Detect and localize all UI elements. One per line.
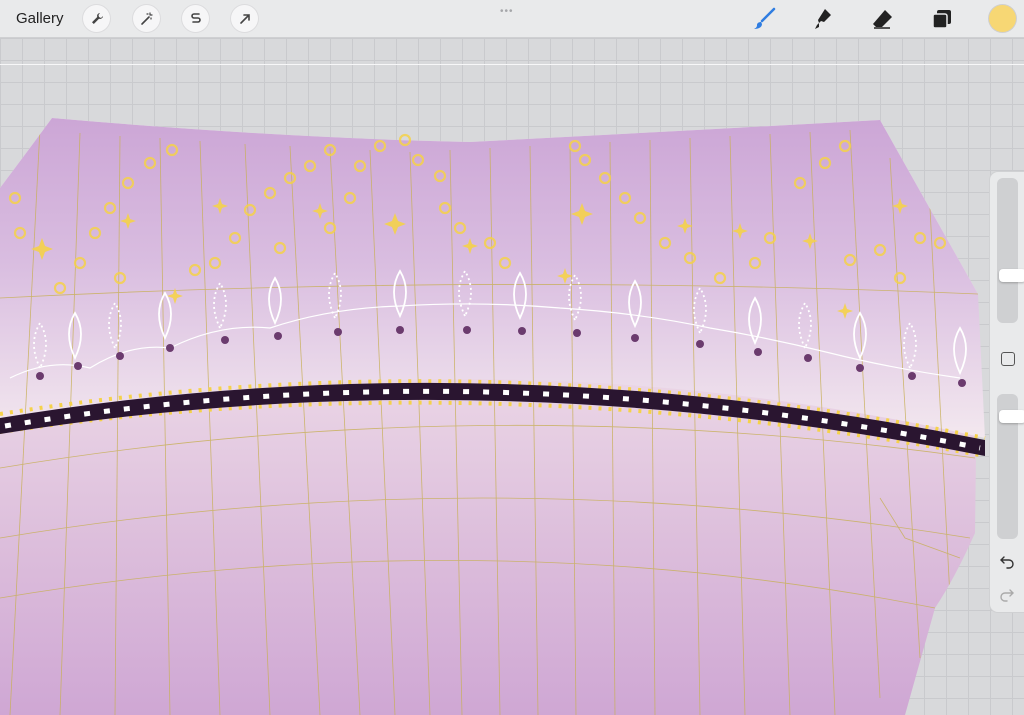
- redo-button[interactable]: [999, 586, 1015, 602]
- color-picker-button[interactable]: [989, 5, 1016, 32]
- smudge-icon: [815, 9, 831, 29]
- top-toolbar: Gallery •••: [0, 0, 1024, 38]
- selection-button[interactable]: [182, 5, 209, 32]
- wrench-icon: [91, 12, 103, 24]
- redo-icon: [1000, 589, 1014, 602]
- modify-button[interactable]: [1001, 352, 1015, 366]
- eraser-icon: [873, 10, 892, 29]
- undo-button[interactable]: [999, 553, 1015, 569]
- adjustments-button[interactable]: [133, 5, 160, 32]
- opacity-thumb[interactable]: [999, 410, 1024, 423]
- smudge-tool-button[interactable]: [810, 6, 836, 32]
- side-controls: [990, 172, 1024, 612]
- brush-size-slider[interactable]: [997, 178, 1024, 323]
- gallery-button[interactable]: Gallery: [16, 10, 64, 27]
- layers-icon: [932, 10, 951, 29]
- magic-wand-icon: [140, 11, 153, 25]
- undo-icon: [1000, 556, 1014, 569]
- erase-tool-button[interactable]: [869, 6, 895, 32]
- transform-button[interactable]: [231, 5, 258, 32]
- artwork-canvas[interactable]: [0, 38, 990, 715]
- layers-button[interactable]: [929, 6, 955, 32]
- opacity-slider[interactable]: [997, 394, 1024, 539]
- actions-button[interactable]: [83, 5, 110, 32]
- arrow-icon: [239, 13, 250, 24]
- selection-s-icon: [190, 12, 201, 23]
- paint-tool-button[interactable]: [751, 6, 777, 32]
- brush-icon: [754, 7, 776, 29]
- brush-size-thumb[interactable]: [999, 269, 1024, 282]
- drag-handle-dots[interactable]: •••: [500, 6, 514, 17]
